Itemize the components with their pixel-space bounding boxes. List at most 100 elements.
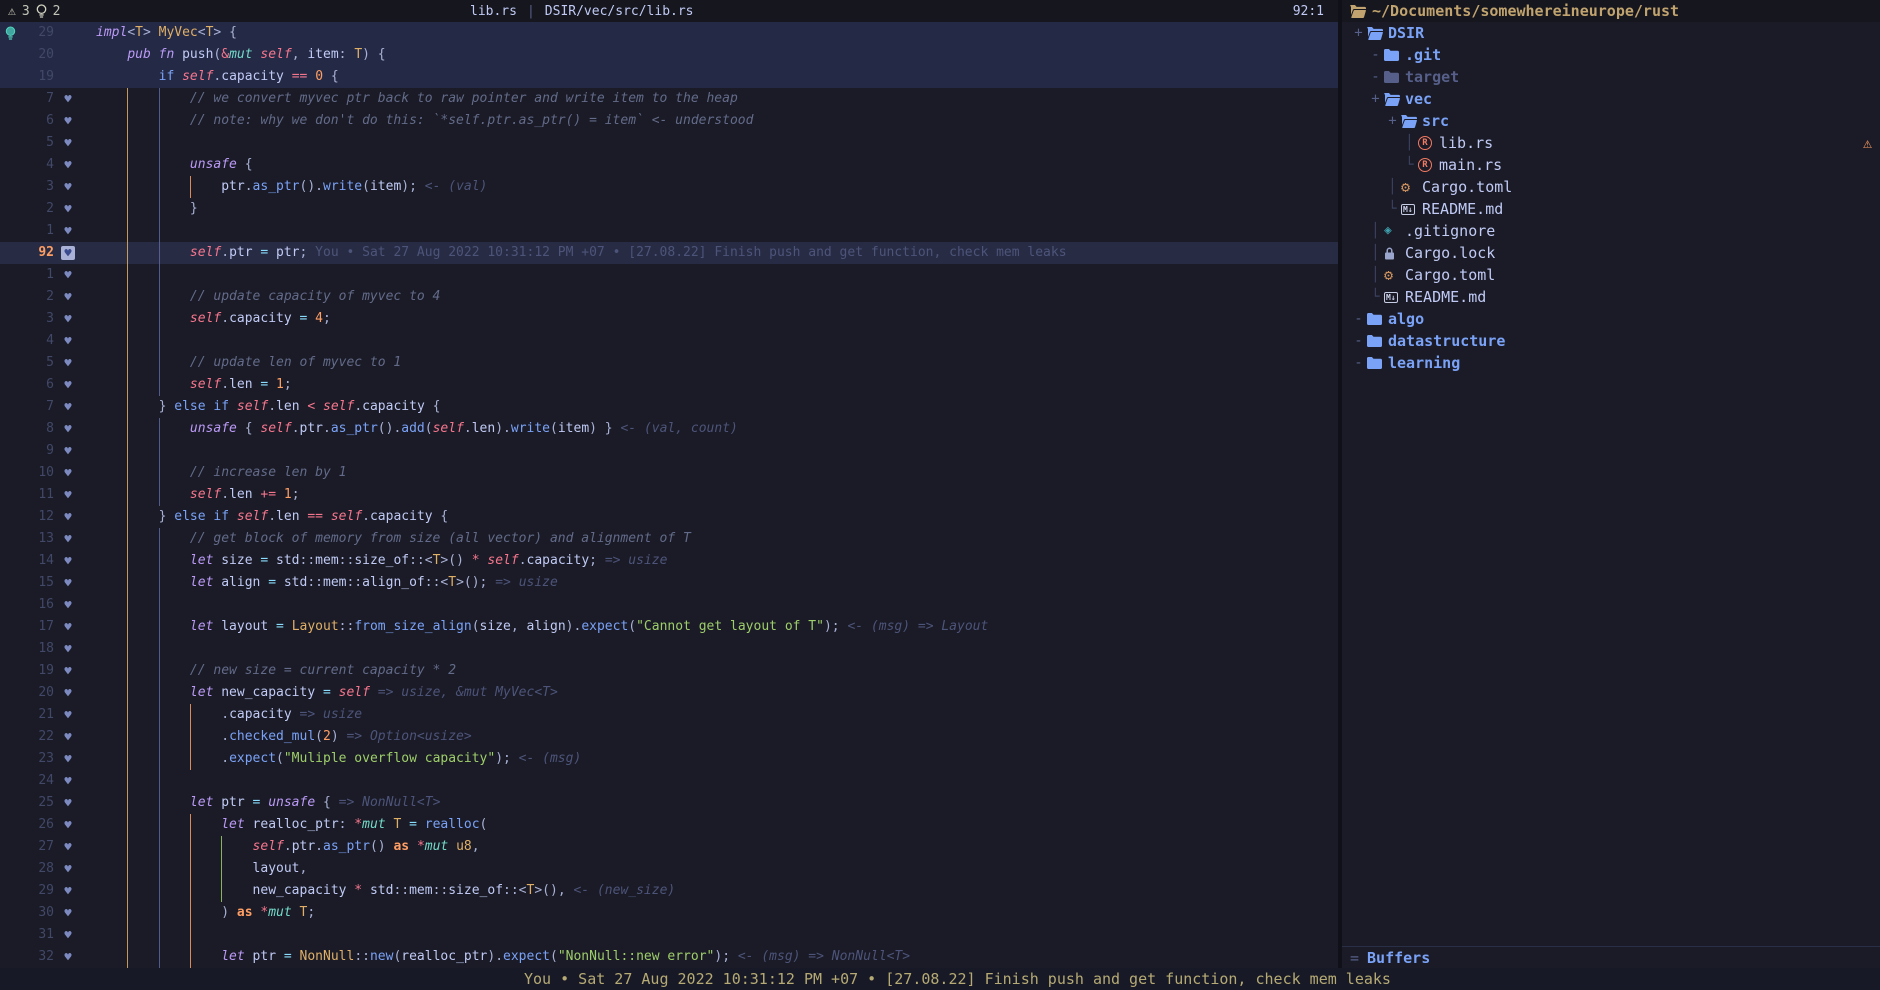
code-line[interactable]: 21 ♥ .capacity => usize [0,704,1338,726]
tree-item-algo[interactable]: - algo [1342,308,1880,330]
code-text[interactable]: if self.capacity == 0 { [82,66,1338,88]
code-line[interactable]: 2 ♥ } [0,198,1338,220]
code-line[interactable]: 9 ♥ [0,440,1338,462]
code-text[interactable] [82,440,1338,462]
code-text[interactable]: pub fn push(&mut self, item: T) { [82,44,1338,66]
code-line[interactable]: 8 ♥ unsafe { self.ptr.as_ptr().add(self.l… [0,418,1338,440]
tree-item-cargo-toml[interactable]: │ ⚙ Cargo.toml [1342,176,1880,198]
code-line[interactable]: 10 ♥ // increase len by 1 [0,462,1338,484]
code-line[interactable]: 19 if self.capacity == 0 { [0,66,1338,88]
code-text[interactable]: } else if self.len < self.capacity { [82,396,1338,418]
code-line[interactable]: 14 ♥ let size = std::mem::size_of::<T>() … [0,550,1338,572]
code-text[interactable]: let new_capacity = self => usize, &mut M… [82,682,1338,704]
code-text[interactable]: } else if self.len == self.capacity { [82,506,1338,528]
code-text[interactable] [82,220,1338,242]
tree-item-readme-md[interactable]: └ M↓ README.md [1342,198,1880,220]
code-line[interactable]: 1 ♥ [0,264,1338,286]
code-text[interactable]: let realloc_ptr: *mut T = realloc( [82,814,1338,836]
code-text[interactable]: // new size = current capacity * 2 [82,660,1338,682]
code-text[interactable]: // increase len by 1 [82,462,1338,484]
tree-item-datastructure[interactable]: - datastructure [1342,330,1880,352]
buffers-section-header[interactable]: = Buffers [1342,946,1880,968]
code-line[interactable]: 17 ♥ let layout = Layout::from_size_align… [0,616,1338,638]
code-text[interactable]: // get block of memory from size (all ve… [82,528,1338,550]
tree-item--git[interactable]: - .git [1342,44,1880,66]
tree-fold-marker[interactable]: - [1367,44,1384,66]
code-line[interactable]: 19 ♥ // new size = current capacity * 2 [0,660,1338,682]
tree-item-readme-md[interactable]: └ M↓ README.md [1342,286,1880,308]
code-text[interactable]: let align = std::mem::align_of::<T>(); =… [82,572,1338,594]
tree-item-dsir[interactable]: + DSIR [1342,22,1880,44]
code-line[interactable]: 4 ♥ unsafe { [0,154,1338,176]
code-text[interactable] [82,264,1338,286]
code-line[interactable]: 16 ♥ [0,594,1338,616]
code-text[interactable]: impl<T> MyVec<T> { [82,22,1338,44]
tree-item--gitignore[interactable]: │ ◈ .gitignore [1342,220,1880,242]
code-text[interactable]: // we convert myvec ptr back to raw poin… [82,88,1338,110]
code-text[interactable]: let size = std::mem::size_of::<T>() * se… [82,550,1338,572]
tree-fold-marker[interactable]: + [1367,88,1384,110]
code-text[interactable]: // note: why we don't do this: `*self.pt… [82,110,1338,132]
code-action-lightbulb-icon[interactable] [0,22,20,44]
code-text[interactable] [82,924,1338,946]
tree-item-lib-rs[interactable]: │ Rlib.rs ⚠ [1342,132,1880,154]
tree-fold-marker[interactable]: - [1350,308,1367,330]
tree-fold-marker[interactable]: - [1367,66,1384,88]
code-line[interactable]: 22 ♥ .checked_mul(2) => Option<usize> [0,726,1338,748]
tree-item-target[interactable]: - target [1342,66,1880,88]
code-text[interactable]: let ptr = unsafe { => NonNull<T> [82,792,1338,814]
code-line[interactable]: 7 ♥ } else if self.len < self.capacity { [0,396,1338,418]
code-line[interactable]: 29 impl<T> MyVec<T> { [0,22,1338,44]
tree-fold-marker[interactable]: - [1350,352,1367,374]
code-line[interactable]: 4 ♥ [0,330,1338,352]
code-line[interactable]: 28 ♥ layout, [0,858,1338,880]
tree-fold-marker[interactable]: - [1350,330,1367,352]
code-text[interactable]: new_capacity * std::mem::size_of::<T>(),… [82,880,1338,902]
code-text[interactable]: let ptr = NonNull::new (realloc_ptr).expe… [82,946,1338,968]
code-line[interactable]: 12 ♥ } else if self.len == self.capacity … [0,506,1338,528]
code-text[interactable]: // update len of myvec to 1 [82,352,1338,374]
code-line[interactable]: 31 ♥ [0,924,1338,946]
tree-item-vec[interactable]: + vec [1342,88,1880,110]
tree-item-main-rs[interactable]: └ Rmain.rs [1342,154,1880,176]
code-text[interactable]: unsafe { [82,154,1338,176]
code-line[interactable]: 13 ♥ // get block of memory from size (al… [0,528,1338,550]
code-text[interactable]: .capacity => usize [82,704,1338,726]
code-text[interactable]: self.ptr.as_ptr() as *mut u8, [82,836,1338,858]
code-text[interactable]: self.capacity = 4; [82,308,1338,330]
code-text[interactable]: .checked_mul(2) => Option<usize> [82,726,1338,748]
code-line[interactable]: 32 ♥ let ptr = NonNull::new (realloc_ptr).… [0,946,1338,968]
code-text[interactable]: self.len = 1; [82,374,1338,396]
buffer-name[interactable]: lib.rs [470,4,517,19]
code-line[interactable]: 15 ♥ let align = std::mem::align_of::<T>(… [0,572,1338,594]
code-text[interactable]: ptr.as_ptr().write(item); <- (val) [82,176,1338,198]
code-text[interactable]: self.ptr = ptr; You • Sat 27 Aug 2022 10… [82,242,1338,264]
tree-item-src[interactable]: + src [1342,110,1880,132]
code-text[interactable] [82,770,1338,792]
code-line[interactable]: 29 ♥ new_capacity * std::mem::size_of::<T… [0,880,1338,902]
tree-item-learning[interactable]: - learning [1342,352,1880,374]
tree-fold-marker[interactable]: + [1384,110,1401,132]
code-editor[interactable]: 29 impl<T> MyVec<T> {20 pub fn push(&mut … [0,22,1338,968]
code-line[interactable]: 30 ♥ ) as *mut T; [0,902,1338,924]
code-line[interactable]: 25 ♥ let ptr = unsafe { => NonNull<T> [0,792,1338,814]
code-line[interactable]: 11 ♥ self.len += 1; [0,484,1338,506]
tree-root-header[interactable]: ~/Documents/somewhereineurope/rust [1342,0,1880,22]
code-line[interactable]: 20 pub fn push(&mut self, item: T) { [0,44,1338,66]
code-line[interactable]: 23 ♥ .expect("Muliple overflow capacity")… [0,748,1338,770]
code-line[interactable]: 27 ♥ self.ptr.as_ptr() as *mut u8, [0,836,1338,858]
code-line[interactable]: 7 ♥ // we convert myvec ptr back to raw p… [0,88,1338,110]
code-line[interactable]: 24 ♥ [0,770,1338,792]
code-line[interactable]: 3 ♥ ptr.as_ptr().write(item); <- (val) [0,176,1338,198]
code-line[interactable]: 20 ♥ let new_capacity = self => usize, &m… [0,682,1338,704]
code-text[interactable]: self.len += 1; [82,484,1338,506]
code-line-current[interactable]: 92 ♥ self.ptr = ptr; You • Sat 27 Aug 202… [0,242,1338,264]
code-text[interactable] [82,594,1338,616]
code-line[interactable]: 3 ♥ self.capacity = 4; [0,308,1338,330]
code-text[interactable]: } [82,198,1338,220]
code-text[interactable]: // update capacity of myvec to 4 [82,286,1338,308]
code-line[interactable]: 5 ♥ // update len of myvec to 1 [0,352,1338,374]
code-text[interactable] [82,132,1338,154]
tree-item-cargo-lock[interactable]: │ Cargo.lock [1342,242,1880,264]
tree-fold-marker[interactable]: + [1350,22,1367,44]
